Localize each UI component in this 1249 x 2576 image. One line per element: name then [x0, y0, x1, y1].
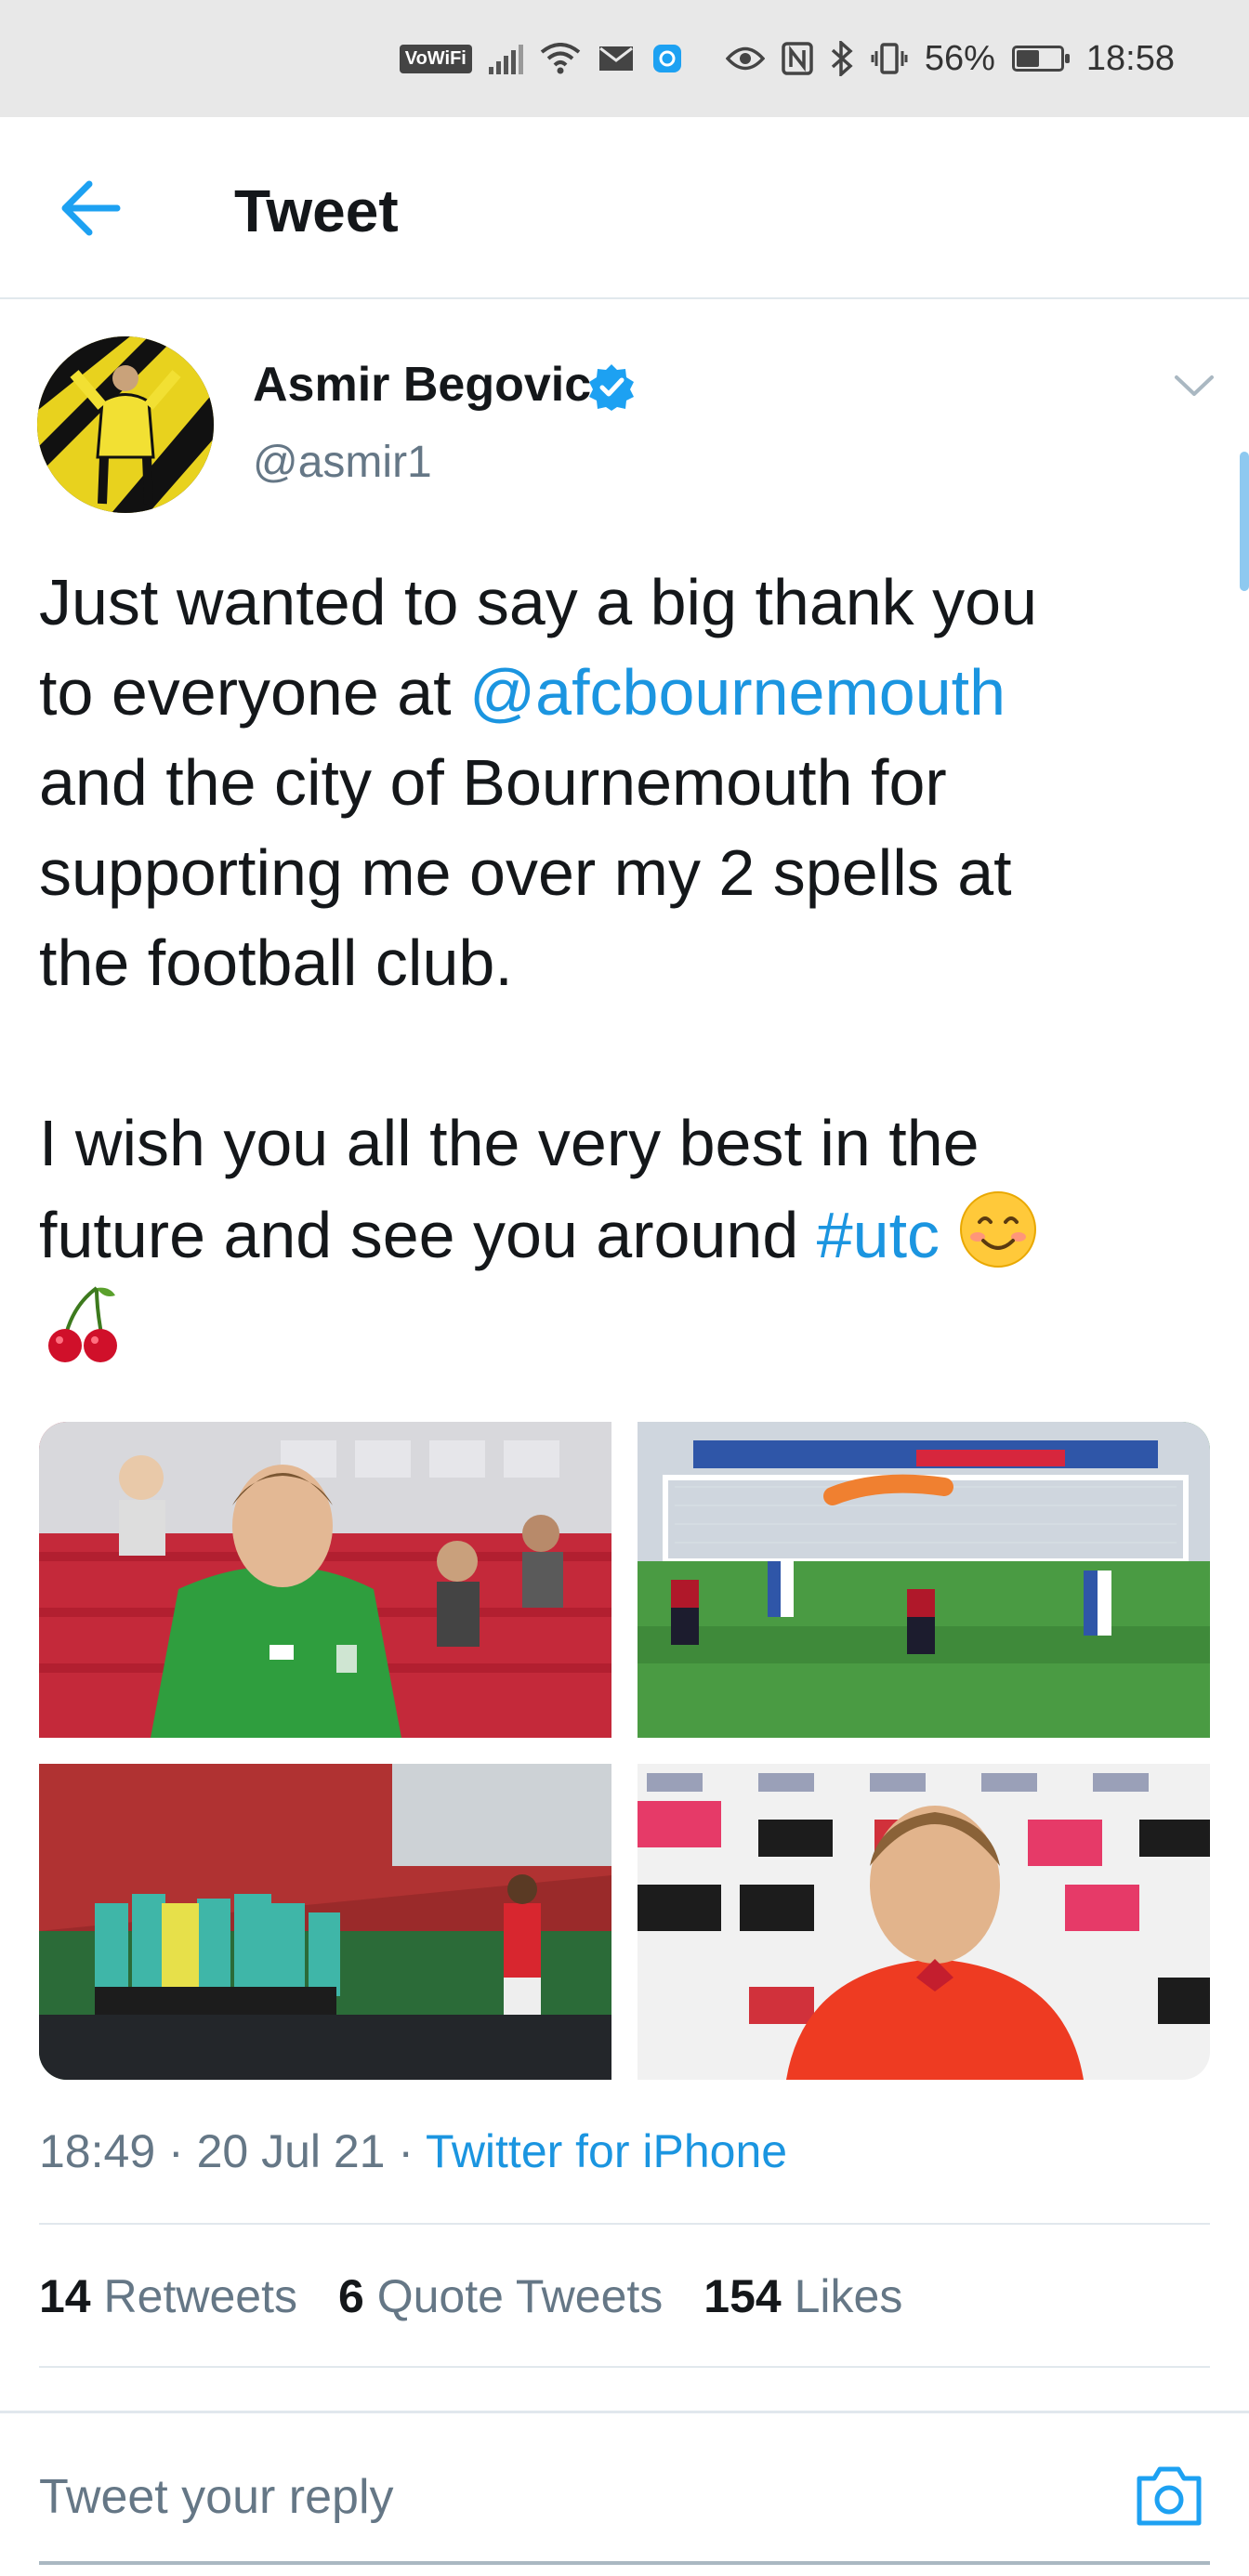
tweet-date: 20 Jul 21 — [196, 2125, 386, 2177]
battery-fill — [1016, 50, 1039, 67]
bluetooth-icon — [830, 41, 854, 76]
author-handle[interactable]: @asmir1 — [253, 437, 432, 488]
divider — [39, 2223, 1210, 2225]
tweet-stats: 14 Retweets 6 Quote Tweets 154 Likes — [39, 2269, 902, 2323]
tweet-text: Just wanted to say a big thank you to ev… — [39, 558, 1210, 1281]
divider — [39, 2366, 1210, 2368]
smiling-face-emoji — [960, 1191, 1037, 1268]
vowifi-icon: VoWiFi — [399, 44, 472, 73]
scroll-indicator[interactable] — [1240, 452, 1249, 591]
verified-badge-icon — [589, 364, 634, 411]
camera-icon[interactable] — [1134, 2462, 1204, 2529]
quote-tweets-stat[interactable]: 6 Quote Tweets — [338, 2269, 663, 2323]
meta-separator: · — [155, 2125, 197, 2177]
status-time: 18:58 — [1085, 38, 1175, 78]
retweets-label: Retweets — [103, 2270, 297, 2322]
avatar[interactable] — [37, 336, 214, 513]
wifi-icon — [540, 43, 581, 74]
photo-goalkeeper-green-shirt[interactable] — [39, 1422, 611, 1738]
tweet-meta: 18:49 · 20 Jul 21 · Twitter for iPhone — [39, 2124, 787, 2178]
tweet-text-segment — [940, 1199, 957, 1271]
reply-input-underline — [39, 2561, 1210, 2565]
reply-bar: Tweet your reply — [0, 2411, 1249, 2576]
likes-stat[interactable]: 154 Likes — [703, 2269, 902, 2323]
retweets-count: 14 — [39, 2270, 91, 2322]
eye-icon — [725, 45, 765, 72]
reply-input[interactable]: Tweet your reply — [39, 2469, 394, 2525]
tweet-text-segment: and the city of Bournemouth for supporti… — [39, 746, 1012, 1271]
notification-icon — [651, 43, 683, 74]
header-bar: Tweet — [0, 117, 1249, 299]
quote-tweets-label: Quote Tweets — [376, 2270, 664, 2322]
battery-percent: 56% — [924, 38, 995, 78]
photo-team-huddle[interactable] — [39, 1764, 611, 2080]
signal-icon — [488, 43, 523, 74]
nfc-icon — [782, 42, 813, 75]
meta-separator: · — [385, 2125, 427, 2177]
status-bar: VoWiFi 56% 18:58 — [0, 0, 1249, 117]
photo-penalty-save[interactable] — [638, 1422, 1210, 1738]
quote-tweets-count: 6 — [337, 2270, 364, 2322]
author-name[interactable]: Asmir Begovic — [253, 357, 591, 413]
mention-link[interactable]: @afcbournemouth — [469, 656, 1006, 729]
cherries-emoji — [48, 1286, 117, 1362]
retweets-stat[interactable]: 14 Retweets — [39, 2269, 297, 2323]
photo-press-conference[interactable] — [638, 1764, 1210, 2080]
hashtag-link[interactable]: #utc — [817, 1199, 940, 1271]
mail-icon — [598, 45, 635, 72]
battery-icon — [1011, 46, 1070, 72]
chevron-down-icon[interactable] — [1173, 372, 1216, 400]
tweet-source-link[interactable]: Twitter for iPhone — [426, 2125, 787, 2177]
likes-count: 154 — [703, 2270, 782, 2322]
vibrate-icon — [871, 42, 908, 75]
arrow-left-icon[interactable] — [58, 178, 123, 238]
likes-label: Likes — [794, 2270, 903, 2322]
tweet-time: 18:49 — [39, 2125, 156, 2177]
page-title: Tweet — [234, 177, 399, 244]
